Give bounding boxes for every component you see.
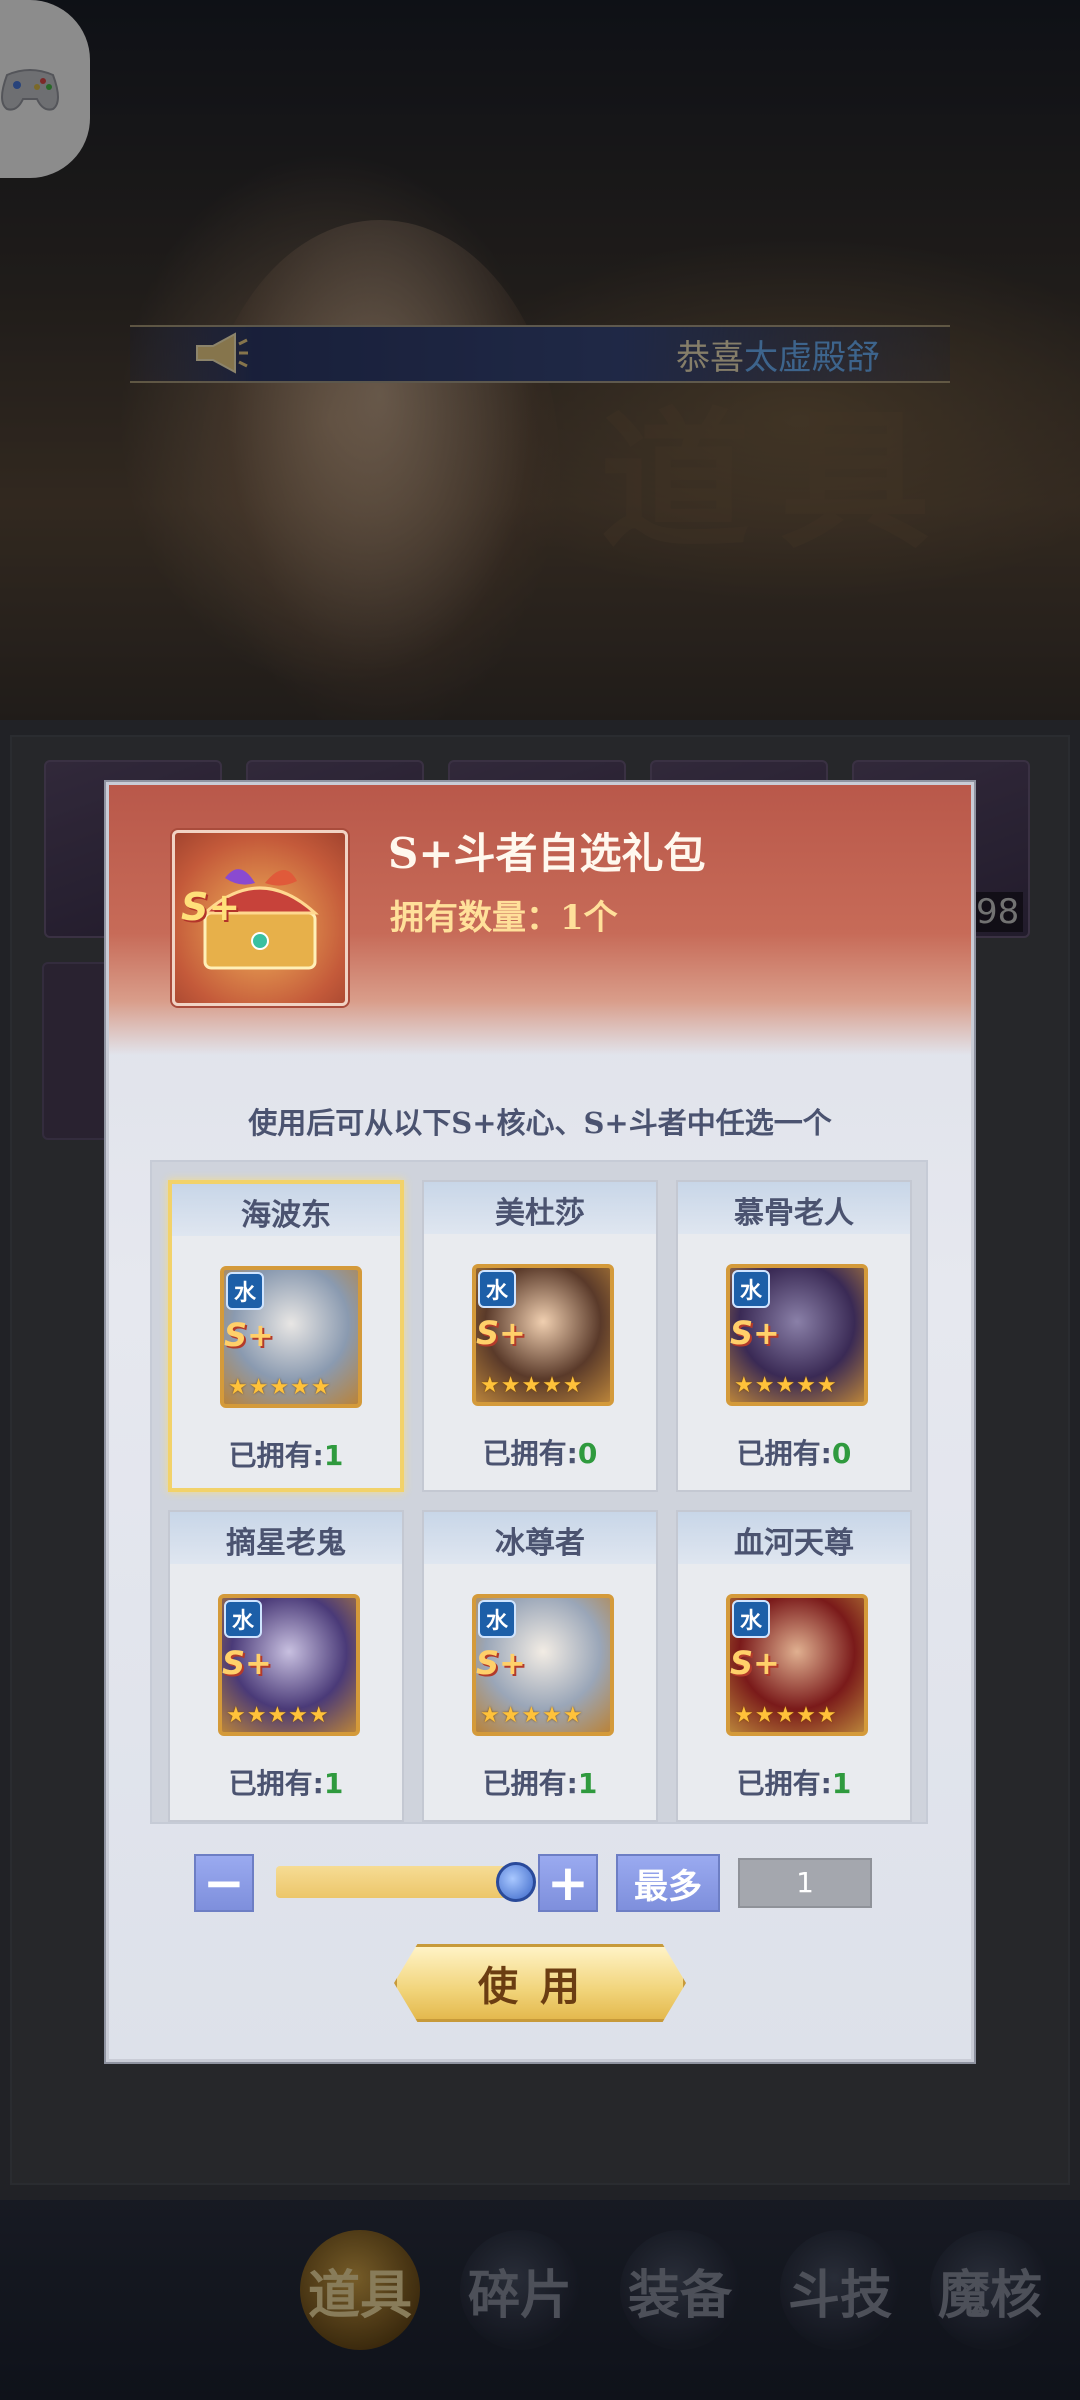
owned-count: 已拥有:1	[678, 1762, 910, 1802]
owned-number: 1	[323, 1439, 344, 1472]
gift-pack-rank: S+	[181, 885, 241, 929]
rank-badge: S+	[222, 1644, 272, 1682]
quantity-input[interactable]: 1	[738, 1858, 872, 1908]
water-element-icon: 水	[732, 1600, 770, 1638]
option-card[interactable]: 血河天尊 水 S+ ★★★★★ 已拥有:1	[676, 1510, 912, 1822]
owned-count: 已拥有:0	[678, 1432, 910, 1472]
character-portrait: 水 S+ ★★★★★	[472, 1594, 614, 1736]
rank-badge: S+	[476, 1644, 526, 1682]
owned-number: 0	[831, 1437, 852, 1470]
character-portrait: 水 S+ ★★★★★	[220, 1266, 362, 1408]
star-rating-icon: ★★★★★	[228, 1375, 332, 1400]
owned-quantity-value: 1个	[560, 898, 618, 938]
owned-count: 已拥有:0	[424, 1432, 656, 1472]
owned-quantity: 拥有数量：1个	[390, 890, 618, 939]
owned-label: 已拥有:	[482, 1767, 578, 1800]
character-portrait: 水 S+ ★★★★★	[726, 1264, 868, 1406]
slider-handle[interactable]	[496, 1862, 536, 1902]
owned-label: 已拥有:	[228, 1439, 324, 1472]
max-button[interactable]: 最多	[616, 1854, 720, 1912]
water-element-icon: 水	[732, 1270, 770, 1308]
option-name: 海波东	[241, 1198, 331, 1233]
use-button[interactable]: 使用	[394, 1944, 686, 2022]
rank-badge: S+	[224, 1316, 274, 1354]
owned-label: 已拥有:	[228, 1767, 324, 1800]
star-rating-icon: ★★★★★	[734, 1703, 838, 1728]
option-name: 慕骨老人	[734, 1196, 854, 1231]
option-card[interactable]: 海波东 水 S+ ★★★★★ 已拥有:1	[168, 1180, 404, 1492]
owned-count: 已拥有:1	[170, 1762, 402, 1802]
option-name: 冰尊者	[495, 1526, 585, 1561]
minus-icon: −	[203, 1854, 245, 1912]
option-name: 美杜莎	[495, 1196, 585, 1231]
plus-icon: +	[547, 1854, 589, 1912]
star-rating-icon: ★★★★★	[734, 1373, 838, 1398]
dialog-description: 使用后可从以下S+核心、S+斗者中任选一个	[248, 1106, 832, 1140]
owned-quantity-label: 拥有数量：	[390, 898, 560, 938]
water-element-icon: 水	[224, 1600, 262, 1638]
owned-number: 1	[577, 1767, 598, 1800]
option-card[interactable]: 美杜莎 水 S+ ★★★★★ 已拥有:0	[422, 1180, 658, 1492]
option-card[interactable]: 冰尊者 水 S+ ★★★★★ 已拥有:1	[422, 1510, 658, 1822]
option-name: 血河天尊	[734, 1526, 854, 1561]
owned-label: 已拥有:	[736, 1437, 832, 1470]
quantity-slider[interactable]	[276, 1866, 522, 1898]
gift-pack-title: S+斗者自选礼包	[388, 829, 706, 878]
increase-button[interactable]: +	[538, 1854, 598, 1912]
option-card[interactable]: 慕骨老人 水 S+ ★★★★★ 已拥有:0	[676, 1180, 912, 1492]
owned-number: 1	[323, 1767, 344, 1800]
water-element-icon: 水	[478, 1270, 516, 1308]
owned-label: 已拥有:	[736, 1767, 832, 1800]
water-element-icon: 水	[478, 1600, 516, 1638]
rank-badge: S+	[730, 1644, 780, 1682]
star-rating-icon: ★★★★★	[480, 1703, 584, 1728]
star-rating-icon: ★★★★★	[480, 1373, 584, 1398]
option-name: 摘星老鬼	[226, 1526, 346, 1561]
option-card[interactable]: 摘星老鬼 水 S+ ★★★★★ 已拥有:1	[168, 1510, 404, 1822]
water-element-icon: 水	[226, 1272, 264, 1310]
rank-badge: S+	[730, 1314, 780, 1352]
rank-badge: S+	[476, 1314, 526, 1352]
owned-number: 1	[831, 1767, 852, 1800]
character-portrait: 水 S+ ★★★★★	[218, 1594, 360, 1736]
owned-label: 已拥有:	[482, 1437, 578, 1470]
owned-number: 0	[577, 1437, 598, 1470]
owned-count: 已拥有:1	[172, 1434, 400, 1474]
character-portrait: 水 S+ ★★★★★	[726, 1594, 868, 1736]
character-portrait: 水 S+ ★★★★★	[472, 1264, 614, 1406]
gift-pack-icon: S+	[172, 830, 348, 1006]
owned-count: 已拥有:1	[424, 1762, 656, 1802]
star-rating-icon: ★★★★★	[226, 1703, 330, 1728]
decrease-button[interactable]: −	[194, 1854, 254, 1912]
